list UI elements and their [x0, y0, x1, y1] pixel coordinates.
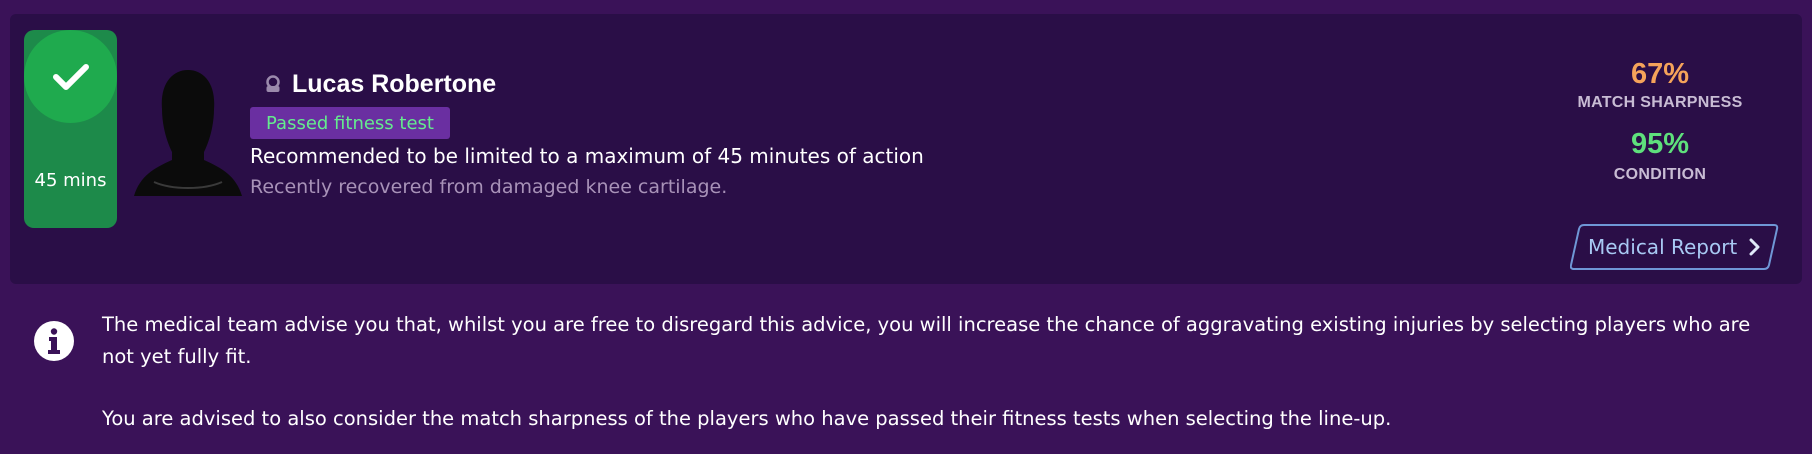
fitness-minutes-limit: 45 mins [34, 170, 107, 191]
checkmark-icon [52, 63, 89, 90]
sharpness-advice-text: You are advised to also consider the mat… [102, 407, 1392, 430]
condition-value: 95% [1630, 128, 1690, 160]
recommendation-text: Recommended to be limited to a maximum o… [250, 144, 924, 168]
info-icon [34, 321, 74, 361]
condition-label: CONDITION [1613, 166, 1707, 183]
fitness-status-pill: 45 mins [24, 30, 117, 228]
top-strip [0, 0, 1812, 6]
status-badge: Passed fitness test [250, 107, 450, 139]
injury-note: Recently recovered from damaged knee car… [250, 176, 728, 198]
person-icon [266, 75, 280, 92]
player-card[interactable]: 45 mins Lucas Robertone Passed fitness t… [10, 14, 1802, 284]
medical-advice-text: The medical team advise you that, whilst… [102, 313, 1751, 368]
match-sharpness-value: 67% [1630, 58, 1690, 90]
fitness-status-circle [24, 30, 117, 123]
match-sharpness-label: MATCH SHARPNESS [1577, 94, 1743, 111]
player-name-row: Lucas Robertone [254, 68, 496, 100]
player-avatar[interactable] [132, 64, 244, 196]
player-name[interactable]: Lucas Robertone [292, 70, 496, 99]
medical-report-label: Medical Report [1588, 235, 1738, 259]
medical-report-button[interactable]: Medical Report [1570, 223, 1780, 271]
chevron-right-icon [1749, 238, 1760, 256]
